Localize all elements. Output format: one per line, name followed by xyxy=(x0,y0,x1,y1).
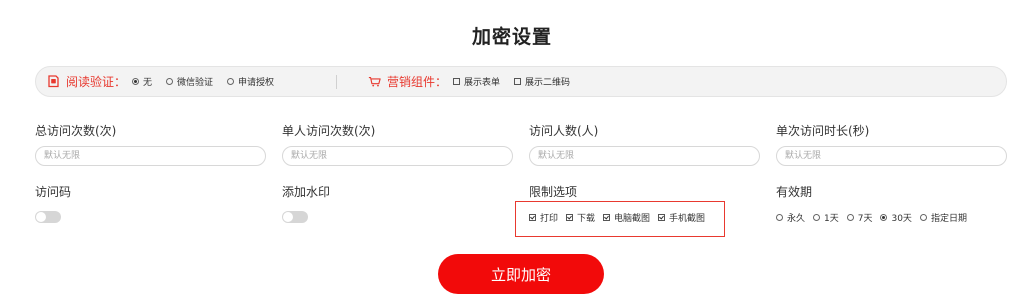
single-duration-input[interactable] xyxy=(776,146,1007,166)
visitors-label: 访问人数(人) xyxy=(529,124,599,138)
radio-label: 7天 xyxy=(857,214,873,224)
checkbox-label: 手机截图 xyxy=(669,214,706,224)
radio-7-days[interactable]: 7天 xyxy=(846,211,873,224)
marketing-label: 营销组件： xyxy=(387,75,448,89)
access-code-label: 访问码 xyxy=(35,185,72,199)
checkbox-show-form[interactable]: 展示表单 xyxy=(453,75,500,88)
radio-label: 微信验证 xyxy=(177,78,214,88)
restrictions-options: 打印 下载 电脑截图 手机截图 xyxy=(529,211,713,224)
toggle-knob xyxy=(283,212,293,222)
radio-wechat-verify[interactable]: 微信验证 xyxy=(166,75,213,88)
radio-dot xyxy=(776,214,783,221)
checkbox-label: 电脑截图 xyxy=(614,214,651,224)
radio-none[interactable]: 无 xyxy=(132,75,152,88)
radio-dot xyxy=(846,214,854,221)
checkbox-label: 打印 xyxy=(540,214,559,224)
validity-label: 有效期 xyxy=(776,185,813,199)
shield-icon xyxy=(47,75,60,88)
radio-forever[interactable]: 永久 xyxy=(776,211,805,224)
watermark-label: 添加水印 xyxy=(282,185,331,199)
radio-label: 无 xyxy=(143,78,153,88)
checkbox-label: 展示表单 xyxy=(464,78,501,88)
checkbox-show-qrcode[interactable]: 展示二维码 xyxy=(514,75,570,88)
checkbox-box xyxy=(566,214,574,221)
total-visits-label: 总访问次数(次) xyxy=(35,124,117,138)
access-code-toggle[interactable] xyxy=(35,211,61,223)
reading-verify-label: 阅读验证： xyxy=(66,75,127,89)
radio-label: 30天 xyxy=(891,214,912,224)
radio-dot xyxy=(880,214,888,221)
checkbox-download[interactable]: 下载 xyxy=(566,211,595,224)
radio-dot xyxy=(132,78,140,85)
radio-dot xyxy=(166,78,174,85)
restrictions-label: 限制选项 xyxy=(529,185,578,199)
radio-30-days[interactable]: 30天 xyxy=(880,211,912,224)
checkbox-pc-screenshot[interactable]: 电脑截图 xyxy=(603,211,650,224)
divider xyxy=(336,75,337,89)
radio-label: 申请授权 xyxy=(238,78,275,88)
watermark-toggle[interactable] xyxy=(282,211,308,223)
checkbox-box xyxy=(658,214,666,221)
checkbox-box xyxy=(603,214,611,221)
checkbox-label: 展示二维码 xyxy=(525,78,571,88)
marketing-group: 营销组件： 展示表单 展示二维码 xyxy=(368,67,584,96)
validity-options: 永久 1天 7天 30天 指定日期 xyxy=(776,211,975,224)
visitors-input[interactable] xyxy=(529,146,760,166)
toggle-knob xyxy=(36,212,46,222)
radio-label: 永久 xyxy=(787,214,806,224)
radio-label: 指定日期 xyxy=(930,214,967,224)
radio-label: 1天 xyxy=(824,214,839,224)
radio-dot xyxy=(227,78,235,85)
page-title: 加密设置 xyxy=(471,26,552,48)
radio-1-day[interactable]: 1天 xyxy=(813,211,839,224)
checkbox-label: 下载 xyxy=(577,214,596,224)
options-bar: 阅读验证： 无 微信验证 申请授权 营销组件： 展示表单 展示二维码 xyxy=(35,66,1007,97)
radio-custom-date[interactable]: 指定日期 xyxy=(919,211,967,224)
per-person-visits-label: 单人访问次数(次) xyxy=(282,124,376,138)
per-person-visits-input[interactable] xyxy=(282,146,513,166)
radio-apply-auth[interactable]: 申请授权 xyxy=(227,75,274,88)
checkbox-mobile-screenshot[interactable]: 手机截图 xyxy=(658,211,705,224)
checkbox-box xyxy=(453,78,461,85)
encrypt-now-button[interactable]: 立即加密 xyxy=(438,254,604,294)
radio-dot xyxy=(919,214,927,221)
single-duration-label: 单次访问时长(秒) xyxy=(776,124,870,138)
checkbox-box xyxy=(529,214,536,221)
checkbox-print[interactable]: 打印 xyxy=(529,211,558,224)
cart-icon xyxy=(368,75,381,88)
checkbox-box xyxy=(514,78,522,85)
total-visits-input[interactable] xyxy=(35,146,266,166)
radio-dot xyxy=(813,214,821,221)
reading-verify-group: 阅读验证： 无 微信验证 申请授权 xyxy=(47,67,288,96)
